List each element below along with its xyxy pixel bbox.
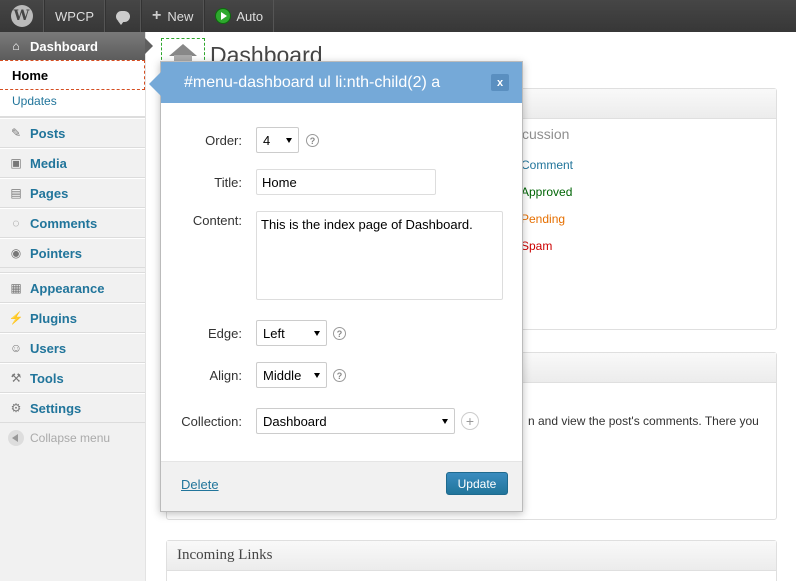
plugins-icon: ⚡ — [8, 311, 24, 325]
discussion-item-spam[interactable]: Spam — [521, 239, 552, 253]
sidebar-item-pointers[interactable]: ◉ Pointers — [0, 238, 145, 268]
collection-select[interactable]: Dashboard — [256, 408, 455, 434]
collection-label: Collection: — [181, 414, 242, 429]
sidebar-item-label: Appearance — [30, 280, 105, 296]
update-button[interactable]: Update — [446, 472, 508, 495]
play-icon — [215, 8, 232, 24]
align-label: Align: — [209, 368, 242, 383]
auto-label: Auto — [236, 8, 264, 24]
edge-help-icon[interactable]: ? — [333, 327, 346, 340]
collapse-arrow-icon — [8, 430, 24, 446]
dashboard-submenu: Home Updates — [0, 60, 145, 118]
sidebar-item-appearance[interactable]: ▦ Appearance — [0, 273, 145, 303]
sidebar-item-label: Posts — [30, 125, 66, 141]
order-help-icon[interactable]: ? — [306, 134, 319, 147]
sidebar-item-label: Plugins — [30, 310, 77, 326]
recent-comments-text: n and view the post's comments. There yo… — [528, 414, 759, 428]
order-value: 4 — [263, 132, 271, 148]
comment-bubble-icon — [116, 10, 130, 25]
sidebar-item-label: Comments — [30, 215, 98, 231]
sidebar-item-label: Users — [30, 340, 67, 356]
sidebar-item-plugins[interactable]: ⚡ Plugins — [0, 303, 145, 333]
users-icon: ☺ — [9, 341, 23, 355]
popup-pointer-arrow — [149, 72, 161, 96]
align-select[interactable]: Middle — [256, 362, 327, 388]
discussion-item-pending[interactable]: Pending — [521, 212, 565, 226]
add-collection-button[interactable]: + — [461, 412, 479, 430]
auto-button[interactable]: Auto — [204, 0, 275, 32]
sidebar-item-label: Pages — [30, 185, 69, 201]
collapse-menu-button[interactable]: Collapse menu — [0, 423, 145, 453]
media-icon: ▣ — [10, 156, 22, 170]
delete-link[interactable]: Delete — [181, 477, 219, 492]
plus-icon: + — [152, 7, 162, 24]
title-input[interactable]: Home — [256, 169, 436, 195]
order-label: Order: — [205, 133, 242, 148]
discussion-item-approved[interactable]: Approved — [521, 185, 572, 199]
sidebar-item-comments[interactable]: ◌ Comments — [0, 208, 145, 238]
pushpin-icon: ✎ — [10, 126, 22, 140]
admin-bar: W WPCP + New Auto — [0, 0, 796, 32]
new-content-label: New — [167, 8, 194, 24]
discussion-header: cussion — [522, 126, 570, 142]
chevron-down-icon — [314, 373, 320, 378]
chevron-down-icon — [442, 419, 448, 424]
sidebar-item-label: Pointers — [30, 245, 83, 261]
home-icon: ⌂ — [12, 39, 20, 53]
wordpress-logo-icon: W — [10, 5, 33, 27]
menu-separator — [0, 112, 145, 117]
align-help-icon[interactable]: ? — [333, 369, 346, 382]
sidebar-item-label: Dashboard — [30, 38, 98, 54]
popup-title: #menu-dashboard ul li:nth-child(2) a — [161, 62, 522, 103]
collection-value: Dashboard — [263, 413, 327, 429]
new-content-button[interactable]: + New — [141, 0, 205, 32]
sidebar-item-tools[interactable]: ⚒ Tools — [0, 363, 145, 393]
tools-icon: ⚒ — [10, 371, 22, 385]
edge-select[interactable]: Left — [256, 320, 327, 346]
chevron-down-icon — [314, 331, 320, 336]
pointers-icon: ◉ — [10, 246, 22, 260]
chevron-down-icon — [286, 138, 292, 143]
admin-sidebar: ⌂ Dashboard Home Updates ✎ Posts ▣ Media ▤ Pa… — [0, 32, 153, 581]
incoming-links-title[interactable]: Incoming Links — [167, 541, 776, 571]
collapse-menu-label: Collapse menu — [30, 431, 111, 445]
sidebar-item-users[interactable]: ☺ Users — [0, 333, 145, 363]
title-label: Title: — [214, 175, 242, 190]
submenu-item-home[interactable]: Home — [0, 60, 145, 90]
pages-icon: ▤ — [10, 186, 22, 200]
sidebar-item-dashboard[interactable]: ⌂ Dashboard — [0, 32, 153, 60]
sidebar-item-label: Settings — [30, 400, 82, 416]
align-value: Middle — [263, 367, 302, 383]
sidebar-item-label: Media — [30, 155, 67, 171]
popup-footer: Delete Update — [161, 461, 522, 511]
sidebar-item-media[interactable]: ▣ Media — [0, 148, 145, 178]
settings-icon: ⚙ — [10, 401, 22, 415]
sidebar-item-label: Tools — [30, 370, 64, 386]
sidebar-item-settings[interactable]: ⚙ Settings — [0, 393, 145, 423]
close-button[interactable]: x — [491, 74, 509, 91]
content-label: Content: — [192, 213, 242, 228]
discussion-item-comment[interactable]: Comment — [521, 158, 573, 172]
submenu-item-updates[interactable]: Updates — [0, 90, 145, 112]
wordpress-logo-button[interactable]: W — [0, 0, 44, 32]
appearance-icon: ▦ — [10, 281, 22, 295]
pointer-edit-popup: #menu-dashboard ul li:nth-child(2) a x O… — [149, 61, 523, 512]
comments-icon: ◌ — [12, 216, 20, 230]
incoming-links-postbox: Incoming Links — [166, 540, 777, 581]
edge-value: Left — [263, 325, 285, 341]
sidebar-item-pages[interactable]: ▤ Pages — [0, 178, 145, 208]
site-name-link[interactable]: WPCP — [44, 0, 105, 32]
sidebar-item-posts[interactable]: ✎ Posts — [0, 118, 145, 148]
order-select[interactable]: 4 — [256, 127, 299, 153]
comments-button[interactable] — [105, 0, 141, 32]
content-textarea[interactable]: This is the index page of Dashboard. — [256, 211, 503, 300]
edge-label: Edge: — [208, 326, 242, 341]
